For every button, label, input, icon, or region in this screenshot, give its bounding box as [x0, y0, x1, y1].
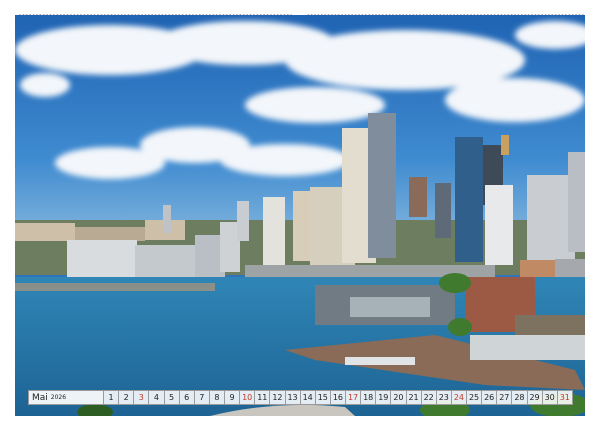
- day-cell: 7: [194, 390, 210, 405]
- calendar-strip: Mai 2026 1 2 3 4 5 6 7 8 9 10 11 12 13 14 15 16 17 18 19 20…: [28, 390, 573, 405]
- day-cell: 15: [315, 390, 331, 405]
- month-name: Mai: [32, 392, 48, 403]
- day-cell: 16: [330, 390, 346, 405]
- day-cell: 13: [285, 390, 301, 405]
- day-cell: 2: [119, 390, 135, 405]
- day-cell: 19: [376, 390, 392, 405]
- day-cell: 14: [300, 390, 316, 405]
- day-cell: 23: [436, 390, 452, 405]
- day-cell: 5: [164, 390, 180, 405]
- day-cell: 22: [421, 390, 437, 405]
- day-cell: 8: [209, 390, 225, 405]
- day-cell: 1: [104, 390, 120, 405]
- day-cell: 11: [255, 390, 271, 405]
- day-cell: 10: [240, 390, 256, 405]
- day-cell: 24: [451, 390, 467, 405]
- day-cell: 27: [497, 390, 513, 405]
- day-cell: 20: [391, 390, 407, 405]
- day-cells: 1 2 3 4 5 6 7 8 9 10 11 12 13 14 15 16 17 18 19 20 21 22 23 24 2…: [104, 390, 573, 405]
- day-cell: 26: [482, 390, 498, 405]
- year: 2026: [50, 394, 67, 401]
- day-cell: 31: [557, 390, 573, 405]
- day-cell: 3: [134, 390, 150, 405]
- day-cell: 17: [346, 390, 362, 405]
- day-cell: 25: [467, 390, 483, 405]
- day-cell: 21: [406, 390, 422, 405]
- day-cell: 12: [270, 390, 286, 405]
- day-cell: 28: [512, 390, 528, 405]
- day-cell: 18: [361, 390, 377, 405]
- day-cell: 9: [225, 390, 241, 405]
- day-cell: 4: [149, 390, 165, 405]
- day-cell: 6: [179, 390, 195, 405]
- day-cell: 29: [527, 390, 543, 405]
- day-cell: 30: [542, 390, 558, 405]
- month-label-cell: Mai 2026: [28, 390, 104, 405]
- cityscape-photo: [15, 15, 585, 416]
